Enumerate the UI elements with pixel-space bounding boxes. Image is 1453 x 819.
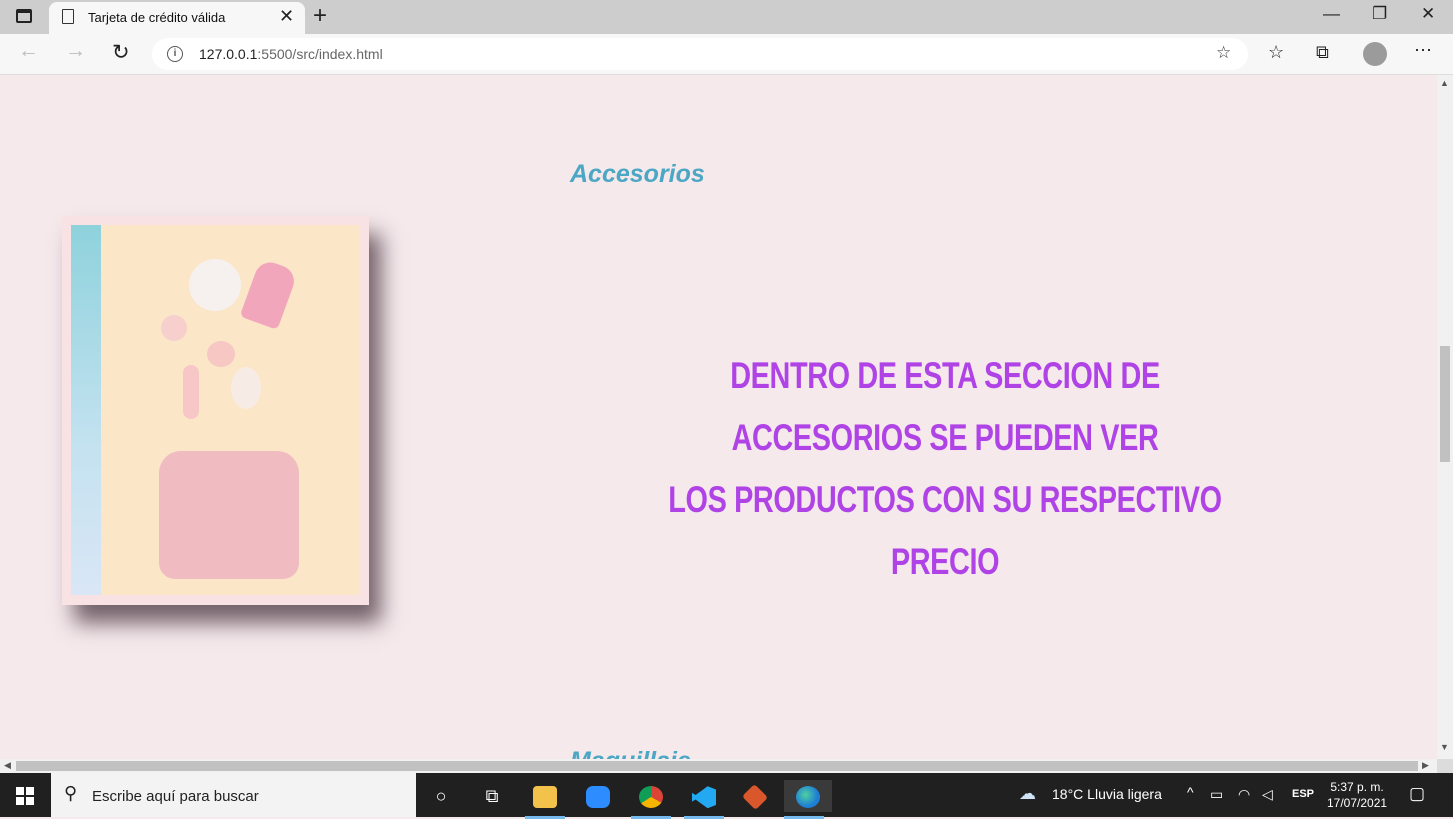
scroll-right-icon[interactable]: ▶ xyxy=(1422,760,1429,771)
cortana-icon[interactable]: ○ xyxy=(421,780,461,812)
git-client-icon[interactable] xyxy=(735,780,775,812)
restore-button[interactable]: ❐ xyxy=(1372,4,1387,24)
accessories-photo xyxy=(71,225,360,595)
weather-icon[interactable]: ☁ xyxy=(1019,784,1036,804)
page-icon xyxy=(62,9,74,24)
new-tab-button[interactable]: + xyxy=(313,2,327,30)
search-icon: ⚲ xyxy=(64,783,78,803)
address-bar[interactable]: i 127.0.0.1:5500/src/index.html ☆ xyxy=(152,38,1248,70)
system-clock[interactable]: 5:37 p. m. 17/07/2021 xyxy=(1327,779,1387,811)
photo-strip xyxy=(71,225,101,595)
scroll-up-icon[interactable]: ▲ xyxy=(1440,78,1449,88)
minimize-button[interactable]: — xyxy=(1323,4,1340,24)
edge-icon[interactable] xyxy=(784,780,832,819)
scroll-down-icon[interactable]: ▼ xyxy=(1440,742,1449,752)
pink-pouch xyxy=(159,451,299,579)
wifi-icon[interactable]: ◠ xyxy=(1238,786,1250,803)
search-placeholder: Escribe aquí para buscar xyxy=(92,788,259,805)
show-hidden-icons-icon[interactable]: ^ xyxy=(1187,784,1194,800)
product-image-frame xyxy=(62,216,369,605)
weather-text[interactable]: 18°C Lluvia ligera xyxy=(1052,786,1162,802)
vscode-icon[interactable] xyxy=(684,780,724,819)
description-line-2: LOS PRODUCTOS CON SU RESPECTIVO PRECIO xyxy=(668,479,1222,582)
scrollbar-corner xyxy=(1437,759,1453,773)
profile-avatar[interactable] xyxy=(1363,42,1387,66)
add-favorite-icon[interactable]: ☆ xyxy=(1216,43,1231,63)
tab-title: Tarjeta de crédito válida xyxy=(88,10,226,25)
site-info-icon[interactable]: i xyxy=(167,46,183,62)
description-line-1: DENTRO DE ESTA SECCION DE ACCESORIOS SE … xyxy=(730,355,1160,458)
heart-sponge xyxy=(207,341,235,367)
section-title: Accesorios xyxy=(570,160,705,188)
favorites-icon[interactable]: ☆ xyxy=(1268,42,1284,63)
forward-button[interactable]: → xyxy=(65,39,86,63)
more-menu-icon[interactable]: ⋯ xyxy=(1414,40,1432,61)
horizontal-scroll-thumb[interactable] xyxy=(16,761,1418,771)
collections-icon[interactable]: ⧉ xyxy=(1316,42,1329,63)
close-window-button[interactable]: ✕ xyxy=(1421,4,1435,24)
url-host: 127.0.0.1 xyxy=(199,46,258,62)
taskbar-search[interactable]: ⚲ Escribe aquí para buscar xyxy=(51,773,416,817)
next-section-title: Maquillaje xyxy=(570,747,691,759)
vertical-scroll-thumb[interactable] xyxy=(1440,346,1450,462)
page-content: Accesorios DENTRO DE ESTA SECCION DE ACC… xyxy=(0,75,1437,759)
browser-tab[interactable]: Tarjeta de crédito válida ✕ xyxy=(49,2,305,34)
tab-actions-icon[interactable] xyxy=(16,9,32,23)
file-explorer-icon[interactable] xyxy=(525,780,565,819)
icecream-keychain xyxy=(239,258,299,330)
clock-date: 17/07/2021 xyxy=(1327,796,1388,810)
cotton-pad xyxy=(231,367,261,409)
close-tab-icon[interactable]: ✕ xyxy=(279,6,294,27)
refresh-button[interactable]: ↻ xyxy=(112,40,130,65)
pompom-keychain xyxy=(189,259,241,311)
volume-icon[interactable]: ◁ xyxy=(1262,786,1273,803)
scroll-left-icon[interactable]: ◀ xyxy=(4,760,11,771)
browser-toolbar: ← → ↻ i 127.0.0.1:5500/src/index.html ☆ … xyxy=(0,34,1453,75)
tab-strip: Tarjeta de crédito válida ✕ + — ❐ ✕ xyxy=(0,0,1453,34)
battery-icon[interactable]: ▭ xyxy=(1210,786,1223,803)
start-button[interactable] xyxy=(16,787,34,805)
task-view-icon[interactable]: ⧉ xyxy=(472,780,512,812)
back-button[interactable]: ← xyxy=(18,39,39,63)
url-path: :5500/src/index.html xyxy=(257,46,383,62)
notifications-icon[interactable]: ▢ xyxy=(1409,784,1425,804)
cosmetic-jar xyxy=(161,315,187,341)
windows-taskbar: ⚲ Escribe aquí para buscar ○ ⧉ ☁ 18°C Ll… xyxy=(0,773,1453,819)
vertical-scrollbar[interactable]: ▲ ▼ xyxy=(1437,75,1453,759)
zoom-icon[interactable] xyxy=(578,780,618,812)
makeup-brush xyxy=(183,365,199,419)
chrome-icon[interactable] xyxy=(631,780,671,819)
url-text: 127.0.0.1:5500/src/index.html xyxy=(199,46,383,62)
language-indicator[interactable]: ESP xyxy=(1292,788,1314,800)
clock-time: 5:37 p. m. xyxy=(1330,780,1384,794)
horizontal-scrollbar[interactable]: ◀ ▶ xyxy=(0,759,1437,773)
section-description: DENTRO DE ESTA SECCION DE ACCESORIOS SE … xyxy=(668,345,1222,593)
